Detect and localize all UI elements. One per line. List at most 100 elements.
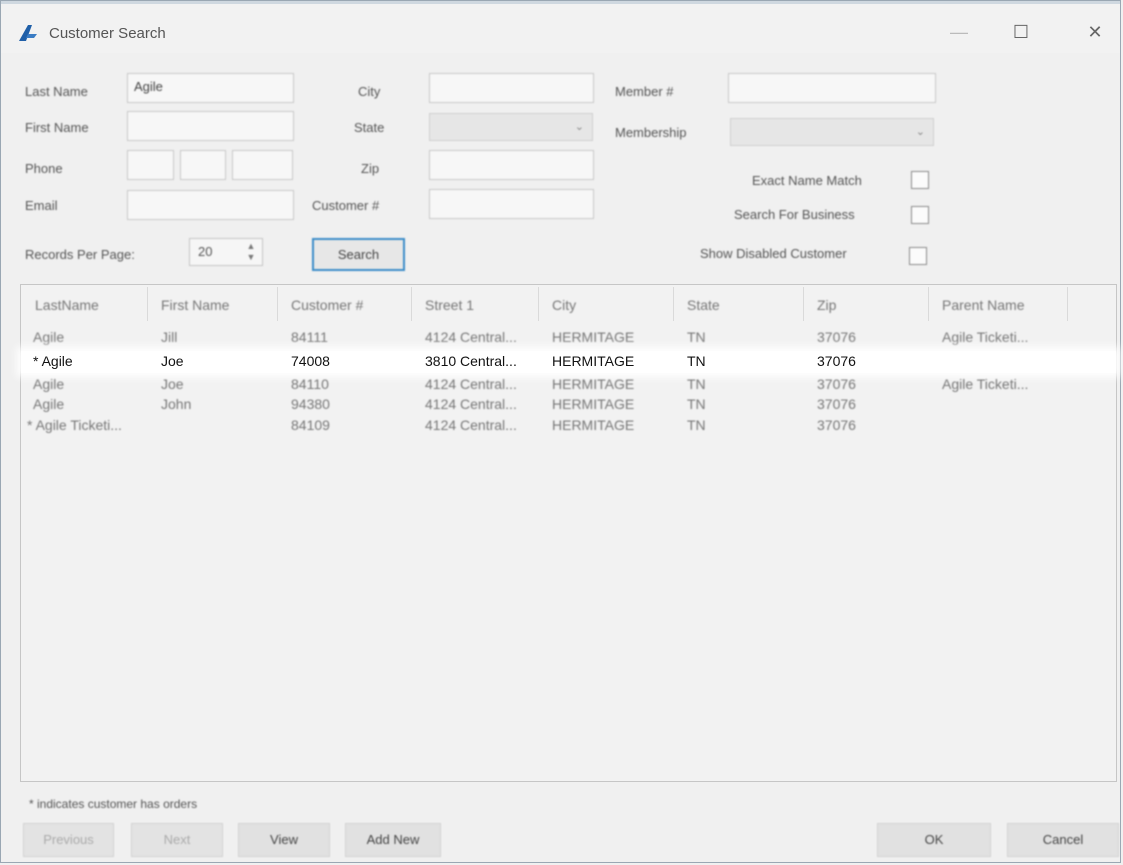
cell-parent-name: Agile Ticketi...: [942, 329, 1029, 345]
column-header[interactable]: LastName: [35, 297, 99, 313]
records-per-page-stepper[interactable]: 20 ▲ ▼: [189, 238, 263, 266]
column-divider[interactable]: [1067, 287, 1068, 321]
cell-first-name: Jill: [161, 329, 178, 345]
phone-line-input[interactable]: [232, 150, 293, 180]
column-header[interactable]: Street 1: [425, 297, 474, 313]
column-divider[interactable]: [147, 287, 148, 321]
column-divider[interactable]: [538, 287, 539, 321]
cell-state: TN: [687, 396, 706, 412]
search-button[interactable]: Search: [312, 238, 405, 271]
membership-select[interactable]: ⌄: [730, 118, 934, 146]
ok-button[interactable]: OK: [877, 823, 991, 857]
cell-zip: 37076: [817, 329, 856, 345]
exact-name-match-label: Exact Name Match: [752, 173, 862, 188]
cell-last-name: Agile: [33, 376, 65, 392]
column-header[interactable]: State: [687, 297, 720, 313]
state-label: State: [354, 120, 385, 135]
column-header[interactable]: Parent Name: [942, 297, 1024, 313]
column-divider[interactable]: [277, 287, 278, 321]
cell-parent-name: Agile Ticketi...: [942, 376, 1029, 392]
close-button[interactable]: ✕: [1072, 16, 1118, 48]
records-per-page-label: Records Per Page:: [25, 247, 135, 262]
add-new-button[interactable]: Add New: [345, 823, 441, 857]
member-number-label: Member #: [615, 84, 674, 99]
cell-street: 4124 Central...: [425, 329, 517, 345]
orders-footnote: * indicates customer has orders: [29, 797, 198, 811]
column-divider[interactable]: [803, 287, 804, 321]
customer-number-input[interactable]: [429, 189, 594, 219]
column-header[interactable]: Customer #: [291, 297, 363, 313]
exact-name-match-checkbox[interactable]: [911, 171, 929, 189]
cell-street: 4124 Central...: [425, 376, 517, 392]
cell-city: HERMITAGE: [552, 353, 635, 369]
table-row[interactable]: Agile Joe 84110 4124 Central... HERMITAG…: [21, 374, 1116, 396]
column-header[interactable]: First Name: [161, 297, 229, 313]
cell-customer-number: 94380: [291, 396, 330, 412]
show-disabled-customer-label: Show Disabled Customer: [700, 246, 847, 261]
customer-search-window: Customer Search — ☐ ✕ Last Name Agile Fi…: [0, 0, 1121, 863]
cell-last-name: Agile: [33, 329, 65, 345]
chevron-down-icon: ⌄: [915, 126, 925, 138]
search-for-business-checkbox[interactable]: [911, 206, 929, 224]
search-for-business-label: Search For Business: [734, 207, 855, 222]
zip-label: Zip: [361, 161, 380, 176]
column-divider[interactable]: [411, 287, 412, 321]
cell-state: TN: [687, 353, 706, 369]
last-name-label: Last Name: [25, 84, 88, 99]
table-row[interactable]: * Agile Ticketi... 84109 4124 Central...…: [21, 415, 1116, 437]
minimize-button[interactable]: —: [936, 16, 982, 48]
phone-area-input[interactable]: [127, 150, 174, 180]
cell-customer-number: 84111: [291, 329, 328, 345]
results-grid[interactable]: LastName First Name Customer # Street 1 …: [20, 284, 1117, 782]
phone-label: Phone: [25, 161, 63, 176]
cell-city: HERMITAGE: [552, 329, 635, 345]
email-input[interactable]: [127, 190, 294, 220]
window-title: Customer Search: [49, 25, 166, 42]
first-name-input[interactable]: [127, 111, 294, 141]
spin-arrows-icon[interactable]: ▲ ▼: [244, 241, 258, 263]
cell-zip: 37076: [817, 353, 856, 369]
cell-street: 4124 Central...: [425, 396, 517, 412]
cell-zip: 37076: [817, 396, 856, 412]
next-button[interactable]: Next: [131, 823, 223, 857]
view-button[interactable]: View: [238, 823, 330, 857]
cell-city: HERMITAGE: [552, 396, 635, 412]
cell-last-name: Agile: [33, 396, 65, 412]
cell-state: TN: [687, 376, 706, 392]
cell-customer-number: 84110: [291, 376, 329, 392]
cell-street: 3810 Central...: [425, 353, 517, 369]
column-divider[interactable]: [673, 287, 674, 321]
state-select[interactable]: ⌄: [429, 113, 593, 141]
column-header[interactable]: City: [552, 297, 576, 313]
table-row[interactable]: Agile Jill 84111 4124 Central... HERMITA…: [21, 327, 1116, 349]
cell-customer-number: 84109: [291, 417, 330, 433]
membership-label: Membership: [615, 125, 687, 140]
zip-input[interactable]: [429, 150, 594, 180]
maximize-button[interactable]: ☐: [998, 16, 1044, 48]
customer-number-label: Customer #: [312, 198, 380, 213]
cell-city: HERMITAGE: [552, 376, 635, 392]
cell-state: TN: [687, 417, 706, 433]
cell-zip: 37076: [817, 417, 856, 433]
city-label: City: [358, 84, 381, 99]
previous-button[interactable]: Previous: [23, 823, 114, 857]
city-input[interactable]: [429, 73, 594, 103]
member-number-input[interactable]: [728, 73, 936, 103]
cancel-button[interactable]: Cancel: [1007, 823, 1119, 857]
cell-last-name: * Agile: [33, 353, 73, 369]
title-bar[interactable]: Customer Search — ☐ ✕: [1, 1, 1120, 53]
column-header[interactable]: Zip: [817, 297, 836, 313]
first-name-label: First Name: [25, 120, 89, 135]
column-divider[interactable]: [928, 287, 929, 321]
cell-street: 4124 Central...: [425, 417, 517, 433]
phone-prefix-input[interactable]: [180, 150, 226, 180]
app-logo-icon: [19, 25, 37, 41]
cell-customer-number: 74008: [291, 353, 330, 369]
table-row-selected[interactable]: * Agile Joe 74008 3810 Central... HERMIT…: [21, 351, 1116, 373]
show-disabled-customer-checkbox[interactable]: [909, 247, 927, 265]
last-name-input[interactable]: Agile: [127, 73, 294, 103]
cell-zip: 37076: [817, 376, 856, 392]
chevron-down-icon: ⌄: [574, 121, 584, 133]
table-row[interactable]: Agile John 94380 4124 Central... HERMITA…: [21, 394, 1116, 416]
cell-state: TN: [687, 329, 706, 345]
